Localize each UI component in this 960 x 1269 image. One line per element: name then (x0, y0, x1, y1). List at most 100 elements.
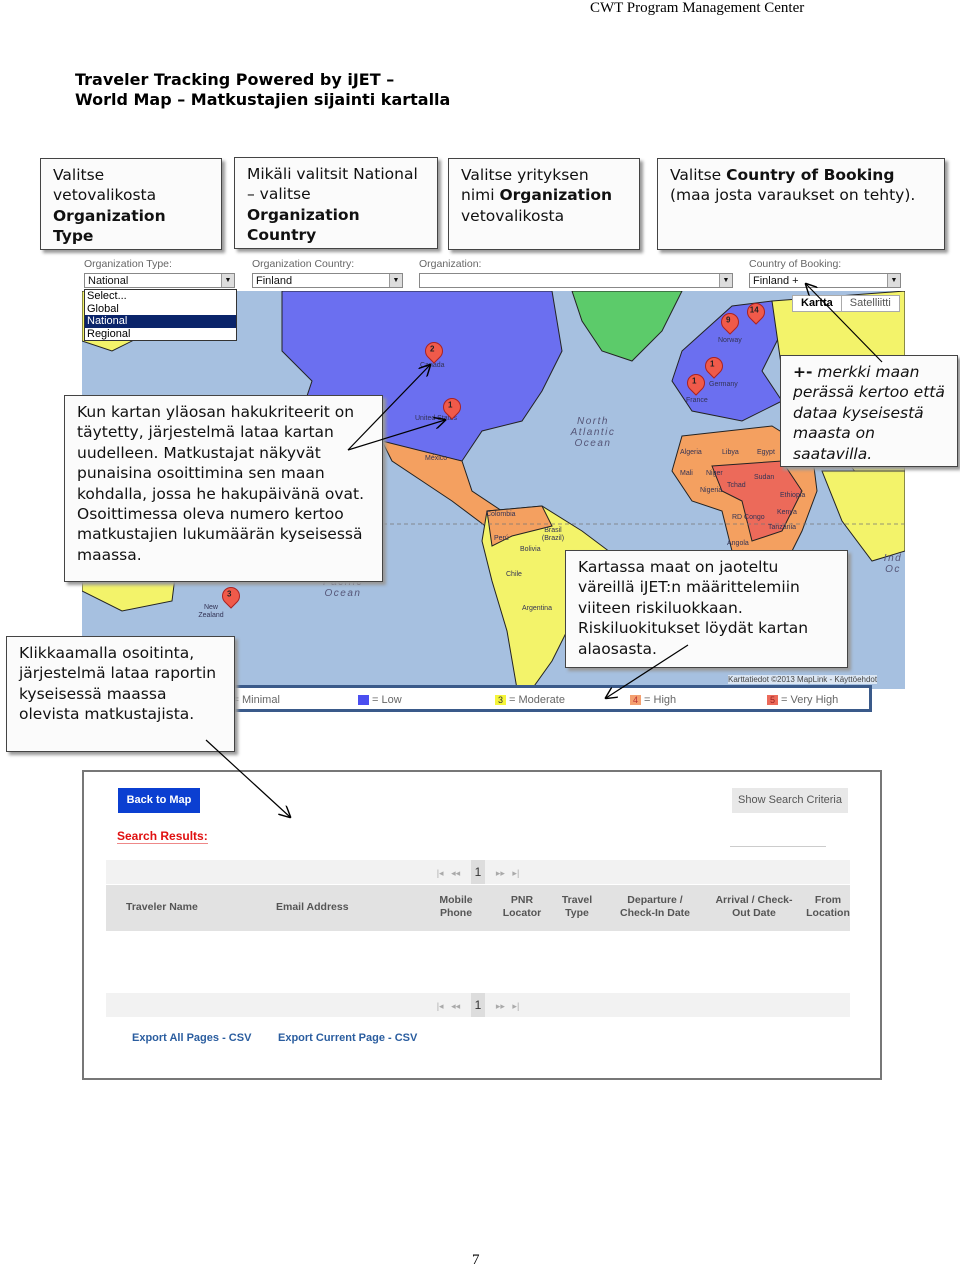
country-label: Sudan (754, 474, 775, 481)
ocean-label-north-atlantic: North Atlantic Ocean (570, 416, 616, 449)
callout-org-type: Valitse vetovalikosta Organization Type (40, 158, 222, 250)
col-arrival[interactable]: Arrival / Check-Out Date (710, 894, 798, 920)
country-label: Chile (506, 571, 522, 578)
country-label: Algeria (680, 449, 702, 456)
booking-label: Country of Booking: (749, 258, 842, 270)
page-number: 7 (472, 1252, 480, 1268)
document-page: CWT Program Management Center Traveler T… (0, 0, 960, 1269)
country-label: Egypt (757, 449, 775, 456)
prev-page-button[interactable]: ◂◂ (451, 1001, 460, 1011)
org-type-select[interactable]: National ▼ (84, 273, 235, 288)
callout-reload: Kun kartan yläosan hakukriteerit on täyt… (64, 395, 383, 582)
results-table-header: Traveler Name Email Address Mobile Phone… (106, 885, 850, 931)
organization-select[interactable]: ▼ (419, 273, 733, 288)
export-current-link[interactable]: Export Current Page - CSV (278, 1032, 417, 1044)
legend-swatch: 2 (358, 695, 370, 705)
country-label: Tchad (727, 482, 746, 489)
callout-text: Valitse (670, 166, 727, 184)
col-pnr[interactable]: PNR Locator (496, 894, 548, 920)
marker-count: 14 (749, 305, 759, 315)
page-1-button[interactable]: 1 (470, 993, 486, 1017)
country-label-france: France (686, 397, 708, 404)
chevron-down-icon: ▼ (221, 274, 234, 287)
back-to-map-button[interactable]: Back to Map (118, 788, 200, 813)
ocean-label-indian: Ind Oc (883, 553, 903, 575)
callout-text: Klikkaamalla osoitinta, järjestelmä lata… (19, 644, 217, 724)
legend-label: = Minimal (232, 694, 280, 706)
option-select[interactable]: Select... (85, 290, 236, 303)
legend-low: 2 = Low (358, 694, 402, 706)
marker-count: 9 (725, 315, 731, 325)
country-label-germany: Germany (709, 381, 738, 388)
callout-text: vetovalikosta (461, 206, 565, 225)
legend-swatch: 3 (495, 695, 507, 705)
callout-text: (maa josta varaukset on tehty). (670, 186, 916, 205)
first-page-button[interactable]: |◂ (437, 868, 444, 878)
legend-very-high: 5 = Very High (767, 694, 838, 706)
option-national[interactable]: National (85, 315, 236, 328)
country-label: Mali (680, 470, 693, 477)
booking-select[interactable]: Finland + ▼ (749, 273, 901, 288)
country-label: Libya (722, 449, 739, 456)
page-1-button[interactable]: 1 (470, 860, 486, 884)
greenland-shape (571, 291, 683, 362)
option-regional[interactable]: Regional (85, 328, 236, 341)
organization-label: Organization: (419, 258, 482, 270)
org-country-select[interactable]: Finland ▼ (252, 273, 403, 288)
callout-click-marker: Klikkaamalla osoitinta, järjestelmä lata… (6, 636, 235, 752)
chevron-down-icon: ▼ (887, 274, 900, 287)
org-type-dropdown-list: Select... Global National Regional (84, 289, 237, 341)
col-from[interactable]: From Location (806, 894, 850, 920)
export-all-link[interactable]: Export All Pages - CSV (132, 1032, 251, 1044)
legend-label: = High (644, 694, 677, 706)
first-page-button[interactable]: |◂ (437, 1001, 444, 1011)
country-label: Argentina (522, 605, 552, 612)
search-results-panel: Back to Map Show Search Criteria Search … (82, 770, 882, 1080)
map-type-map-button[interactable]: Kartta (793, 296, 842, 311)
pager-top: |◂ ◂◂ 1 ▸▸ ▸| (106, 860, 850, 884)
col-travel-type[interactable]: Travel Type (558, 894, 596, 920)
callout-text: Kartassa maat on jaoteltu väreillä iJET:… (578, 558, 809, 658)
country-label: Canada (420, 362, 445, 369)
col-traveler-name[interactable]: Traveler Name (126, 901, 198, 914)
country-label: México (425, 455, 448, 462)
next-page-button[interactable]: ▸▸ (496, 1001, 505, 1011)
legend-moderate: 3 = Moderate (495, 694, 565, 706)
prev-page-button[interactable]: ◂◂ (451, 868, 460, 878)
legend-label: = Low (372, 694, 402, 706)
option-global[interactable]: Global (85, 303, 236, 316)
booking-value: Finland + (753, 275, 799, 287)
marker-count: 2 (429, 344, 435, 354)
marker-count: 1 (691, 376, 697, 386)
asia-south-shape (821, 470, 905, 562)
callout-text: Mikäli valitsit National – valitse (247, 165, 418, 204)
legend-swatch: 5 (767, 695, 779, 705)
legend-label: = Moderate (509, 694, 565, 706)
org-type-label: Organization Type: (84, 258, 172, 270)
col-departure[interactable]: Departure / Check-In Date (611, 894, 699, 920)
next-page-button[interactable]: ▸▸ (496, 868, 505, 878)
country-label: Brasil (Brazil) (541, 527, 565, 542)
legend-high: 4 = High (630, 694, 676, 706)
chevron-down-icon: ▼ (719, 274, 732, 287)
col-email[interactable]: Email Address (276, 901, 349, 914)
col-mobile[interactable]: Mobile Phone (432, 894, 480, 920)
country-label-norway: Norway (718, 337, 742, 344)
last-page-button[interactable]: ▸| (512, 1001, 519, 1011)
map-type-satellite-button[interactable]: Satelliitti (842, 296, 899, 311)
map-type-toggle: Kartta Satelliitti (792, 295, 900, 312)
country-label: New Zealand (198, 604, 224, 619)
country-label: Colombia (486, 511, 516, 518)
country-label: Bolivia (520, 546, 541, 553)
pager-bottom: |◂ ◂◂ 1 ▸▸ ▸| (106, 993, 850, 1017)
callout-bold: Country of Booking (726, 166, 895, 184)
callout-text: Valitse vetovalikosta (53, 166, 157, 205)
marker-count: 1 (709, 359, 715, 369)
page-title: Traveler Tracking Powered by iJET – Worl… (75, 70, 450, 110)
legend-label: = Very High (781, 694, 839, 706)
marker-count: 3 (226, 589, 232, 599)
country-label: RD Congo (732, 514, 765, 521)
show-search-criteria-button[interactable]: Show Search Criteria (732, 788, 848, 813)
map-copyright[interactable]: Karttatiedot ©2013 MapLink - Käyttöehdot (728, 675, 878, 684)
last-page-button[interactable]: ▸| (512, 868, 519, 878)
